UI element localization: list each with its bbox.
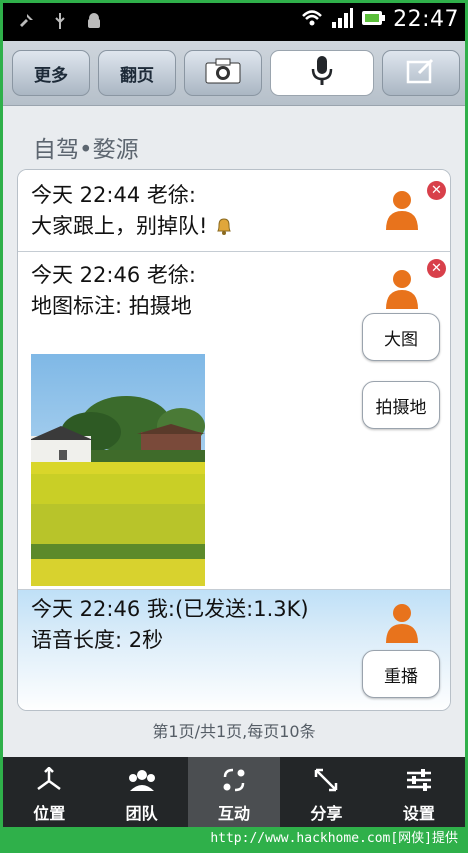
tab-location[interactable]: 位置 bbox=[3, 757, 95, 827]
camera-button[interactable] bbox=[184, 50, 262, 96]
android-debug-icon bbox=[85, 12, 103, 30]
large-image-button[interactable]: 大图 bbox=[362, 313, 440, 361]
list-item: 今天 22:44 老徐: 大家跟上，别掉队! ✕ bbox=[18, 170, 450, 252]
status-clock: 22:47 bbox=[393, 7, 459, 32]
usb-icon bbox=[51, 12, 69, 30]
toolbar: 更多 翻页 bbox=[3, 41, 465, 106]
message-body: 语音长度: 2秒 bbox=[31, 628, 164, 652]
avatar bbox=[385, 189, 419, 231]
message-list: 今天 22:44 老徐: 大家跟上，别掉队! ✕ 今天 22:46 老徐: 地图… bbox=[17, 169, 451, 711]
settings-sliders-icon bbox=[404, 767, 434, 793]
tab-label: 团队 bbox=[125, 804, 158, 823]
camera-icon bbox=[205, 58, 241, 89]
message-body: 大家跟上，别掉队! bbox=[31, 211, 234, 241]
interact-icon bbox=[219, 767, 249, 793]
message-header: 今天 22:44 老徐: bbox=[31, 183, 196, 207]
tab-interact[interactable]: 互动 bbox=[187, 757, 281, 827]
list-item: 今天 22:46 我:(已发送:1.3K) 语音长度: 2秒 重播 bbox=[18, 590, 450, 710]
message-body: 地图标注: 拍摄地 bbox=[31, 294, 192, 318]
tab-settings[interactable]: 设置 bbox=[373, 757, 465, 827]
tab-label: 设置 bbox=[402, 804, 435, 823]
photo-thumbnail[interactable] bbox=[29, 354, 205, 586]
status-bar: 22:47 bbox=[3, 3, 465, 41]
tab-team[interactable]: 团队 bbox=[95, 757, 187, 827]
avatar bbox=[385, 602, 419, 644]
share-icon bbox=[311, 767, 341, 793]
page-title: 自驾•婺源 bbox=[33, 137, 139, 163]
compose-icon bbox=[406, 58, 436, 89]
delete-icon[interactable]: ✕ bbox=[427, 181, 446, 200]
tab-label: 互动 bbox=[218, 804, 251, 823]
page-button[interactable]: 翻页 bbox=[98, 50, 176, 96]
app-frame: 22:47 更多 翻页 自驾•婺源 今天 22:44 老徐: 大家跟上，别掉队!… bbox=[3, 3, 465, 827]
tab-label: 位置 bbox=[33, 804, 66, 823]
team-icon bbox=[127, 767, 157, 793]
message-header: 今天 22:46 我:(已发送:1.3K) bbox=[31, 597, 309, 621]
shooting-location-button[interactable]: 拍摄地 bbox=[362, 381, 440, 429]
list-item: 今天 22:46 老徐: 地图标注: 拍摄地 ✕ 大图 拍摄地 bbox=[18, 252, 450, 590]
bottom-nav: 位置 团队 互动 分享 设置 bbox=[3, 757, 465, 827]
compose-button[interactable] bbox=[382, 50, 460, 96]
microphone-icon bbox=[310, 55, 334, 92]
more-button[interactable]: 更多 bbox=[12, 50, 90, 96]
wifi-icon bbox=[301, 8, 323, 32]
satellite-icon bbox=[17, 12, 35, 30]
replay-button[interactable]: 重播 bbox=[362, 650, 440, 698]
tab-label: 分享 bbox=[310, 804, 343, 823]
watermark-footer: http://www.hackhome.com[网侠]提供 bbox=[0, 827, 468, 853]
location-icon bbox=[34, 766, 64, 793]
battery-icon bbox=[361, 9, 386, 31]
message-header: 今天 22:46 老徐: bbox=[31, 263, 196, 287]
bell-icon bbox=[214, 214, 234, 238]
signal-icon bbox=[331, 7, 354, 32]
delete-icon[interactable]: ✕ bbox=[427, 259, 446, 278]
microphone-button[interactable] bbox=[270, 50, 374, 96]
tab-share[interactable]: 分享 bbox=[280, 757, 372, 827]
avatar bbox=[385, 268, 419, 310]
pagination-info: 第1页/共1页,每页10条 bbox=[152, 722, 316, 741]
